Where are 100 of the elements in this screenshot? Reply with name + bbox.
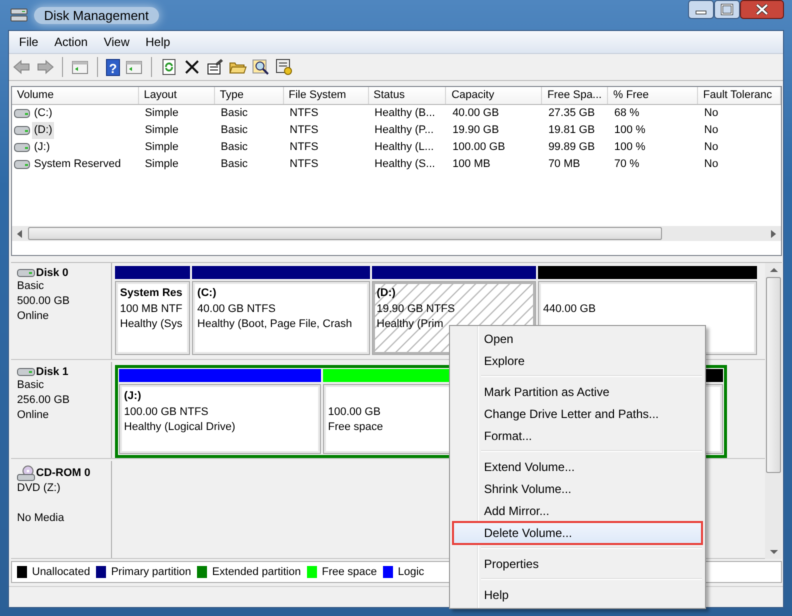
table-cell-text: Simple <box>144 106 180 121</box>
help-icon[interactable]: ? <box>106 58 120 76</box>
column-header[interactable]: Status <box>368 87 446 104</box>
legend-label: Primary partition <box>111 566 192 578</box>
table-cell-text: No <box>703 123 720 138</box>
menu-item[interactable]: Add Mirror... <box>453 500 702 522</box>
column-header[interactable]: Volume <box>12 87 139 104</box>
partition-info: Healthy (Prim <box>376 317 444 332</box>
partition-block[interactable]: (J:) 100.00 GB NTFS Healthy (Logical Drive) <box>119 384 321 454</box>
menu-item[interactable]: Mark Partition as Active <box>453 381 702 403</box>
close-button[interactable] <box>740 0 784 19</box>
scrollbar-thumb[interactable] <box>766 277 781 473</box>
table-cell-text: Simple <box>144 157 180 172</box>
disk-size: 256.00 GB <box>17 393 71 408</box>
partition-block[interactable]: System Res 100 MB NTF Healthy (Sys <box>115 281 190 355</box>
partition-info: Free space <box>328 420 383 435</box>
minimize-button[interactable] <box>688 0 714 19</box>
menu-item[interactable]: Properties <box>453 553 702 575</box>
menu-item[interactable]: Extend Volume... <box>453 456 702 478</box>
maximize-button[interactable] <box>714 0 740 19</box>
partition-name: (D:) <box>376 287 396 301</box>
menu-item[interactable]: Help <box>138 33 178 51</box>
menu-item[interactable]: Action <box>46 33 96 51</box>
menu-item[interactable]: Format... <box>453 425 702 447</box>
menu-item[interactable]: Shrink Volume... <box>453 478 702 500</box>
drive-letter[interactable]: (D:) <box>32 122 54 139</box>
column-header[interactable]: Capacity <box>446 87 542 104</box>
table-cell-text: Simple <box>144 140 180 155</box>
partition-info: 100.00 GB NTFS <box>124 405 208 420</box>
disk-status: Online <box>17 408 50 423</box>
table-cell-text: 40.00 GB <box>451 106 500 121</box>
partition-name: System Res <box>120 287 182 301</box>
partition-block[interactable]: (C:) 40.00 GB NTFS Healthy (Boot, Page File, Crash <box>192 281 370 355</box>
table-cell-text: Healthy (P... <box>374 123 435 138</box>
column-header[interactable]: % Free <box>608 87 698 104</box>
column-header[interactable]: File System <box>284 87 369 104</box>
menu-item[interactable]: File <box>11 33 46 51</box>
scrollbar-thumb[interactable] <box>28 227 662 240</box>
drive-letter[interactable]: (C:) <box>32 105 54 122</box>
table-cell-text: 99.89 GB <box>547 140 596 155</box>
disk-name: CD-ROM 0 <box>36 467 90 479</box>
window-pane-icon[interactable] <box>71 58 89 76</box>
table-cell-text: 19.81 GB <box>547 123 596 138</box>
disk-management-icon <box>10 7 28 23</box>
search-icon[interactable] <box>252 58 270 76</box>
table-cell-text: 100 % <box>613 140 646 155</box>
properties-icon[interactable] <box>206 58 224 76</box>
table-cell-text: Basic <box>220 123 249 138</box>
table-cell-text: Healthy (B... <box>374 106 436 121</box>
menu-item[interactable]: Help <box>453 584 702 606</box>
disk-status: Online <box>17 309 50 324</box>
table-cell-text: No <box>703 106 720 121</box>
table-cell-text: 70 % <box>613 157 640 172</box>
drive-icon <box>14 143 30 152</box>
partition-info: 440.00 GB <box>543 302 596 317</box>
partition-info: Healthy (Logical Drive) <box>124 420 236 435</box>
legend-label: Logic <box>398 566 424 578</box>
delete-icon[interactable] <box>183 58 201 76</box>
column-header[interactable]: Type <box>214 87 284 104</box>
table-cell-text: Simple <box>144 123 180 138</box>
table-cell-text: Healthy (S... <box>374 157 436 172</box>
disk-drive-icon <box>17 268 35 278</box>
legend-label: Unallocated <box>32 566 90 578</box>
disk-type: DVD (Z:) <box>17 481 62 496</box>
settings-icon[interactable] <box>275 58 293 76</box>
table-cell-text: Basic <box>220 157 249 172</box>
drive-letter[interactable]: (J:) <box>32 139 52 156</box>
disk-status: No Media <box>17 511 66 526</box>
table-cell-text: NTFS <box>288 123 320 138</box>
partition-info: 40.00 GB NTFS <box>197 302 276 317</box>
column-header[interactable]: Fault Toleranc <box>698 87 781 104</box>
legend-label: Extended partition <box>212 566 301 578</box>
refresh-icon[interactable] <box>160 58 178 76</box>
window-pane-icon[interactable] <box>125 58 143 76</box>
table-cell-text: NTFS <box>288 157 320 172</box>
drive-icon <box>14 109 30 118</box>
table-cell-text: No <box>703 157 720 172</box>
disk-type: Basic <box>17 378 45 393</box>
partition-name: (J:) <box>124 390 142 404</box>
table-cell-text: Basic <box>220 106 249 121</box>
table-cell-text: 27.35 GB <box>547 106 596 121</box>
partition-info: 100 MB NTF <box>120 302 182 317</box>
disk-name: Disk 1 <box>36 366 68 378</box>
table-cell-text: 100 MB <box>451 157 492 172</box>
partition-name: (C:) <box>197 287 216 301</box>
table-cell-text: 100 % <box>613 123 646 138</box>
drive-letter[interactable]: System Reserved <box>32 156 123 173</box>
menu-item[interactable]: Change Drive Letter and Paths... <box>453 403 702 425</box>
partition-info: Healthy (Boot, Page File, Crash <box>197 317 352 332</box>
menu-item[interactable]: View <box>96 33 138 51</box>
drive-icon <box>14 160 30 169</box>
column-header[interactable]: Layout <box>138 87 215 104</box>
disk-type: Basic <box>17 279 45 294</box>
partition-info: 100.00 GB <box>328 405 381 420</box>
table-cell-text: NTFS <box>288 106 320 121</box>
menu-item[interactable]: Delete Volume... <box>453 522 702 544</box>
table-cell-text: NTFS <box>288 140 320 155</box>
window-title: Disk Management <box>34 6 159 24</box>
column-header[interactable]: Free Spa... <box>542 87 608 104</box>
table-cell-text: 19.90 GB <box>451 123 500 138</box>
